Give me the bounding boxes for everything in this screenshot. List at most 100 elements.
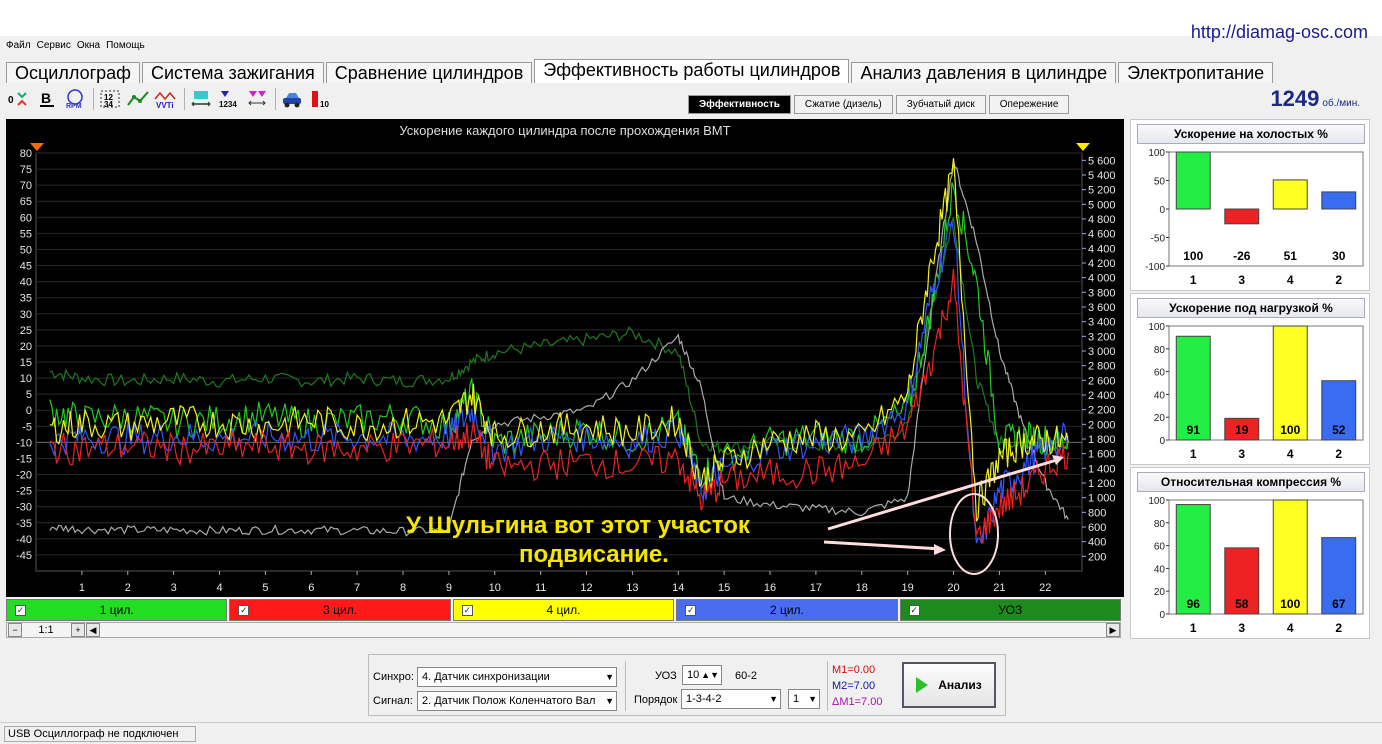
range-icon[interactable] — [244, 87, 270, 111]
m2-readout: M2=7.00 — [832, 680, 876, 692]
tab-cylinder-efficiency[interactable]: Эффективность работы цилиндров — [534, 59, 850, 83]
scroll-left-icon[interactable]: ◀ — [86, 623, 100, 637]
uoz-stepper[interactable]: 10 ▲▼ — [682, 665, 722, 685]
car-icon[interactable] — [279, 87, 305, 111]
panel-tick-label: -100 — [1145, 262, 1165, 273]
y2-tick-label: 1 000 — [1088, 493, 1116, 505]
right-marker — [1076, 143, 1090, 151]
oscillogram-chart[interactable]: 80 75 70 65 60 55 50 45 40 35 30 25 20 15 10 5 0 -5 -10 -15… — [6, 119, 1124, 597]
y2-tick-label: 2 000 — [1088, 419, 1116, 431]
cylinder-order-icon[interactable]: 12 34 — [97, 87, 123, 111]
tab-power[interactable]: Электропитание — [1118, 62, 1274, 83]
menu-windows[interactable]: Окна — [77, 40, 100, 54]
bar-category-label: 4 — [1287, 621, 1294, 635]
order-number-select[interactable]: 1 ▼ — [788, 689, 820, 709]
sync-icon[interactable] — [188, 87, 214, 111]
y-tick-label: -20 — [16, 470, 32, 482]
left-marker — [30, 143, 44, 151]
menu-file[interactable]: Файл — [6, 40, 31, 54]
menu-help[interactable]: Помощь — [106, 40, 145, 54]
scroll-right-icon[interactable]: ▶ — [1106, 623, 1120, 637]
y-tick-label: -40 — [16, 534, 32, 546]
x-tick-label: 19 — [902, 582, 914, 594]
tab-oscilloscope[interactable]: Осциллограф — [6, 62, 140, 83]
y-tick-label: 65 — [20, 196, 32, 208]
x-tick-label: 18 — [856, 582, 868, 594]
y-tick-label: 70 — [20, 180, 32, 192]
panel-tick-label: 0 — [1159, 205, 1165, 216]
analysis-controls: Синхро: 4. Датчик синхронизации ▼ Сигнал:… — [368, 654, 1006, 716]
bar-group-1: 91 1 — [1175, 335, 1211, 461]
bar-value-label: 100 — [1183, 249, 1203, 263]
trend-icon[interactable] — [125, 87, 151, 111]
bold-icon[interactable]: B — [34, 87, 60, 111]
cylinder-marker-icon[interactable]: 1234 — [216, 87, 242, 111]
zoom-in-icon[interactable]: + — [71, 623, 85, 637]
tab-cylinder-pressure[interactable]: Анализ давления в цилиндре — [851, 62, 1117, 83]
order-label: Порядок — [634, 694, 678, 706]
x-tick-label: 17 — [810, 582, 822, 594]
y2-tick-label: 1 800 — [1088, 434, 1116, 446]
y-tick-label: -30 — [16, 502, 32, 514]
x-tick-label: 4 — [216, 582, 222, 594]
subtab-compression-diesel[interactable]: Сжатие (дизель) — [793, 95, 893, 114]
legend-label: 3 цил. — [323, 603, 358, 617]
toolbar-separator — [184, 88, 185, 110]
bar-value-label: 58 — [1235, 597, 1249, 611]
y-tick-label: 30 — [20, 309, 32, 321]
signal-select[interactable]: 2. Датчик Полож Коленчатого Вал ▼ — [417, 691, 617, 711]
tab-cylinder-compare[interactable]: Сравнение цилиндров — [325, 62, 533, 83]
svg-text:B: B — [41, 90, 51, 106]
order-select[interactable]: 1-3-4-2 ▼ — [681, 689, 781, 709]
y-tick-label: 0 — [26, 405, 32, 417]
bar-group-4: 100 4 — [1272, 325, 1308, 461]
uoz-label: УОЗ — [655, 670, 677, 682]
legend-cyl-2[interactable]: ✓ 2 цил. — [676, 599, 898, 621]
y-tick-label: 45 — [20, 261, 32, 273]
panel-title: Ускорение под нагрузкой % — [1137, 298, 1365, 318]
series-legend: ✓ 1 цил. ✓ 3 цил. ✓ 4 цил. ✓ 2 цил. ✓ УОЗ — [6, 599, 1122, 621]
y2-tick-label: 600 — [1088, 522, 1106, 534]
offset-icon[interactable]: 0 — [6, 87, 32, 111]
bar-category-label: 1 — [1190, 447, 1197, 461]
zoom-level: 1:1 — [38, 624, 54, 636]
bar-category-label: 1 — [1190, 273, 1197, 287]
bar-group-3: 19 3 — [1224, 417, 1260, 461]
panel-tick-label: 60 — [1154, 368, 1166, 379]
subtab-toothed-disk[interactable]: Зубчатый диск — [895, 95, 986, 114]
bar-category-label: 1 — [1190, 621, 1197, 635]
y-tick-label: 5 — [26, 389, 32, 401]
legend-uoz[interactable]: ✓ УОЗ — [899, 599, 1122, 621]
analyze-button[interactable]: Анализ — [902, 662, 996, 708]
legend-cyl-1[interactable]: ✓ 1 цил. — [6, 599, 228, 621]
subtab-advance[interactable]: Опережение — [988, 95, 1070, 114]
y2-tick-label: 2 400 — [1088, 390, 1116, 402]
bar-value-label: 67 — [1332, 597, 1346, 611]
vvti-icon[interactable]: VVTi — [153, 87, 179, 111]
status-text: USB Осциллограф не подключен — [4, 726, 196, 742]
bar-value-label: 30 — [1332, 249, 1346, 263]
x-tick-label: 16 — [764, 582, 776, 594]
sync-select[interactable]: 4. Датчик синхронизации ▼ — [417, 667, 617, 687]
x-tick-label: 2 — [125, 582, 131, 594]
divider — [827, 661, 828, 711]
legend-cyl-4[interactable]: ✓ 4 цил. — [452, 599, 675, 621]
rpm-icon[interactable]: RPM — [62, 87, 88, 111]
series-line-2 цил. — [49, 220, 1069, 545]
subtab-efficiency[interactable]: Эффективность — [688, 95, 791, 114]
menu-service[interactable]: Сервис — [37, 40, 71, 54]
site-url: http://diamag-osc.com — [1190, 22, 1368, 42]
x-tick-label: 22 — [1039, 582, 1051, 594]
svg-text:0: 0 — [8, 95, 14, 106]
legend-label: 4 цил. — [546, 603, 581, 617]
bar-scale-icon[interactable]: 10 — [307, 87, 333, 111]
annotation-ellipse — [949, 493, 999, 575]
y2-tick-label: 4 200 — [1088, 258, 1116, 270]
panel-idle-accel: Ускорение на холостых % 100 50 0 -50 -100 100… — [1130, 119, 1370, 291]
y2-tick-label: 4 400 — [1088, 243, 1116, 255]
zoom-out-icon[interactable]: − — [8, 623, 22, 637]
bar-category-label: 4 — [1287, 273, 1294, 287]
toolbar: 0 B RPM 12 34 VVTi 1234 10 — [6, 85, 1366, 113]
legend-cyl-3[interactable]: ✓ 3 цил. — [229, 599, 451, 621]
tab-ignition[interactable]: Система зажигания — [141, 62, 324, 83]
